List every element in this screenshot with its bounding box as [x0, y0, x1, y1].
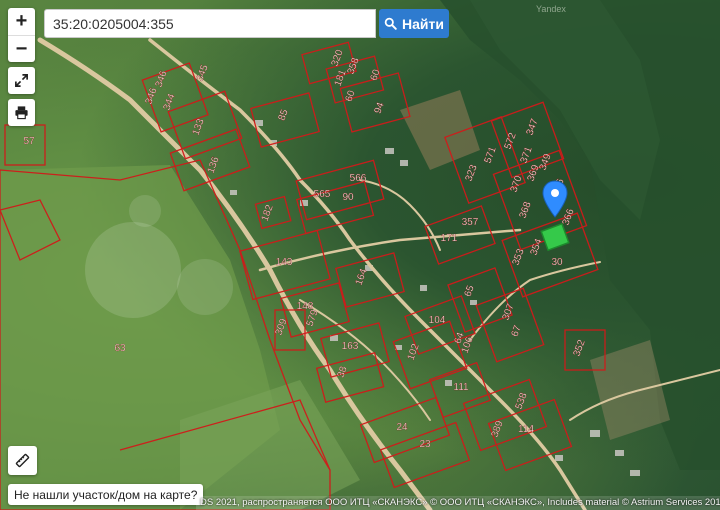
zoom-out-button[interactable]: −	[8, 35, 35, 62]
printer-icon	[15, 106, 28, 120]
pin-center	[551, 189, 559, 197]
fullscreen-button[interactable]	[8, 67, 35, 94]
search-button[interactable]: Найти	[379, 9, 449, 38]
selected-parcel-highlight[interactable]	[540, 222, 570, 252]
map-attribution: DS 2021, распространяется ООО ИТЦ «СКАНЭ…	[196, 496, 720, 510]
expand-icon	[15, 74, 28, 87]
zoom-control: + −	[8, 8, 35, 62]
location-pin-icon[interactable]	[542, 180, 568, 218]
measure-button[interactable]	[8, 446, 37, 475]
search-icon	[384, 17, 397, 30]
satellite-map[interactable]: 320 346 345 181 358 60 346 344 60 94 85 133 57 347 571…	[0, 0, 720, 510]
print-button[interactable]	[8, 99, 35, 126]
parcel-marker[interactable]	[0, 0, 720, 510]
not-found-link[interactable]: Не нашли участок/дом на карте?	[8, 484, 204, 505]
zoom-in-button[interactable]: +	[8, 8, 35, 35]
ruler-icon	[15, 453, 30, 468]
search-bar: Найти	[44, 9, 449, 38]
cadastral-search-input[interactable]	[44, 9, 376, 38]
search-button-label: Найти	[402, 15, 444, 32]
